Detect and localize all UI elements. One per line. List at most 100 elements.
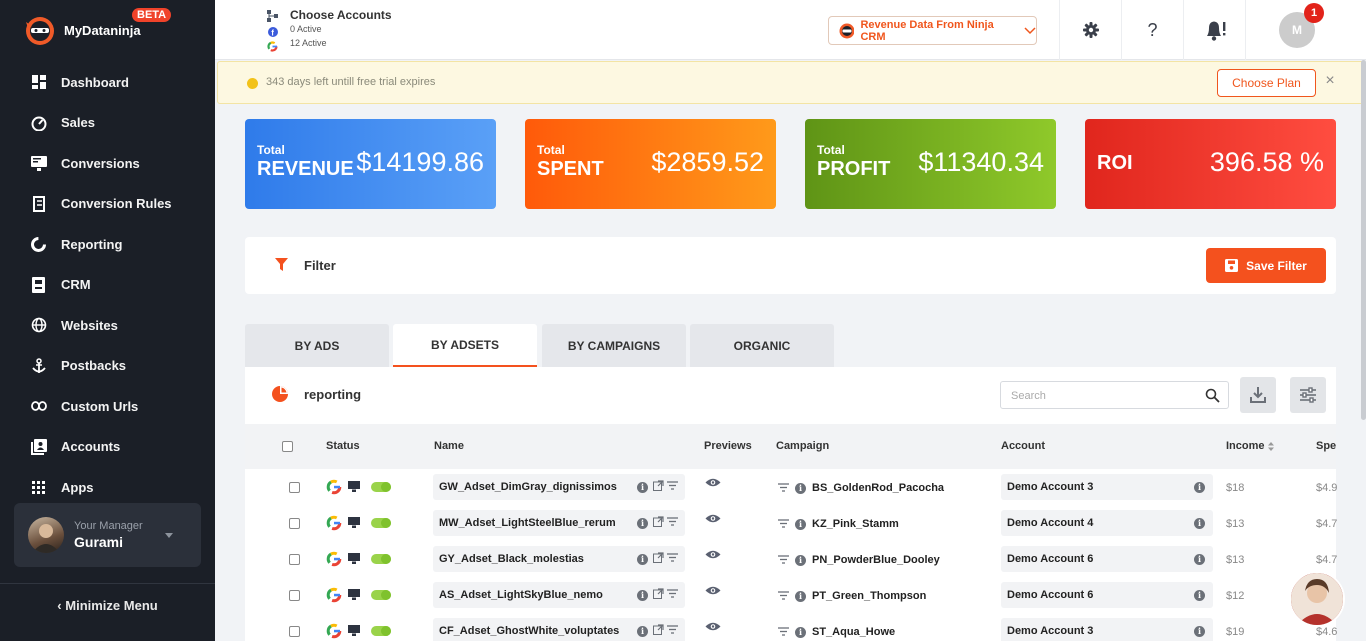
external-link-icon[interactable] (653, 588, 664, 599)
column-campaign[interactable]: Campaign (776, 440, 829, 452)
manager-card[interactable]: Your Manager Gurami (14, 503, 201, 567)
info-icon[interactable]: i (1194, 482, 1205, 493)
info-icon[interactable]: i (795, 519, 806, 530)
row-checkbox[interactable] (289, 626, 300, 637)
info-icon[interactable]: i (637, 518, 648, 529)
sidebar-item-reporting[interactable]: Reporting (0, 224, 215, 265)
campaign-name[interactable]: ST_Aqua_Howe (812, 626, 895, 638)
brand[interactable]: MyDataninja (22, 12, 141, 48)
table-row[interactable]: GW_Adset_DimGray_dignissimos i i BS_GoldenR… (245, 469, 1337, 505)
sidebar-item-apps[interactable]: Apps (0, 467, 215, 508)
filter-label[interactable]: Filter (304, 258, 336, 273)
info-icon[interactable]: i (1194, 590, 1205, 601)
adset-name[interactable]: GY_Adset_Black_molestias (439, 553, 584, 565)
filter-lines-icon[interactable] (667, 589, 678, 598)
choose-plan-button[interactable]: Choose Plan (1217, 69, 1316, 97)
info-icon[interactable]: i (795, 555, 806, 566)
filter-lines-icon[interactable] (778, 483, 789, 492)
campaign-name[interactable]: KZ_Pink_Stamm (812, 518, 899, 530)
column-account[interactable]: Account (1001, 440, 1045, 452)
info-icon[interactable]: i (637, 626, 648, 637)
info-icon[interactable]: i (1194, 518, 1205, 529)
sidebar-item-conversion-rules[interactable]: Conversion Rules (0, 184, 215, 225)
row-checkbox[interactable] (289, 590, 300, 601)
sidebar-item-custom-urls[interactable]: Custom Urls (0, 386, 215, 427)
download-button[interactable] (1240, 377, 1276, 413)
table-row[interactable]: AS_Adset_LightSkyBlue_nemo i i PT_Green_Tho… (245, 577, 1337, 613)
save-filter-button[interactable]: Save Filter (1206, 248, 1326, 283)
eye-icon[interactable] (705, 549, 721, 560)
filter-lines-icon[interactable] (667, 625, 678, 634)
eye-icon[interactable] (705, 621, 721, 632)
tab-by-adsets[interactable]: BY ADSETS (393, 324, 537, 367)
select-all-checkbox[interactable] (282, 441, 293, 452)
tab-by-ads[interactable]: BY ADS (245, 324, 389, 367)
eye-icon[interactable] (705, 477, 721, 488)
column-previews[interactable]: Previews (704, 440, 752, 452)
support-chat-avatar[interactable] (1289, 571, 1345, 627)
info-icon[interactable]: i (1194, 554, 1205, 565)
external-link-icon[interactable] (653, 516, 664, 527)
row-checkbox[interactable] (289, 554, 300, 565)
sidebar-item-sales[interactable]: Sales (0, 103, 215, 144)
row-checkbox[interactable] (289, 482, 300, 493)
filter-lines-icon[interactable] (778, 555, 789, 564)
info-icon[interactable]: i (795, 627, 806, 638)
campaign-name[interactable]: PN_PowderBlue_Dooley (812, 554, 940, 566)
tab-organic[interactable]: ORGANIC (690, 324, 834, 367)
tab-by-campaigns[interactable]: BY CAMPAIGNS (542, 324, 686, 367)
eye-icon[interactable] (705, 585, 721, 596)
sort-icon[interactable] (1268, 442, 1274, 451)
column-spent[interactable]: Spe (1316, 440, 1336, 452)
columns-settings-button[interactable] (1290, 377, 1326, 413)
sidebar-item-websites[interactable]: Websites (0, 305, 215, 346)
campaign-name[interactable]: PT_Green_Thompson (812, 590, 926, 602)
info-icon[interactable]: i (795, 483, 806, 494)
adset-name[interactable]: AS_Adset_LightSkyBlue_nemo (439, 589, 603, 601)
adset-name[interactable]: MW_Adset_LightSteelBlue_rerum (439, 517, 616, 529)
sidebar-item-conversions[interactable]: Conversions (0, 143, 215, 184)
filter-icon[interactable] (275, 258, 288, 271)
info-icon[interactable]: i (637, 482, 648, 493)
eye-icon[interactable] (705, 513, 721, 524)
column-status[interactable]: Status (326, 440, 360, 452)
status-toggle[interactable] (371, 590, 391, 600)
info-icon[interactable]: i (637, 554, 648, 565)
column-name[interactable]: Name (434, 440, 464, 452)
filter-lines-icon[interactable] (778, 591, 789, 600)
status-toggle[interactable] (371, 518, 391, 528)
external-link-icon[interactable] (653, 552, 664, 563)
status-toggle[interactable] (371, 626, 391, 636)
info-icon[interactable]: i (795, 591, 806, 602)
filter-lines-icon[interactable] (667, 481, 678, 490)
page-scrollbar[interactable] (1361, 60, 1366, 420)
status-toggle[interactable] (371, 554, 391, 564)
settings-button[interactable] (1059, 0, 1121, 60)
table-row[interactable]: GY_Adset_Black_molestias i i PN_PowderBlue_… (245, 541, 1337, 577)
filter-lines-icon[interactable] (778, 627, 789, 636)
close-icon[interactable]: × (1322, 72, 1338, 92)
filter-lines-icon[interactable] (667, 553, 678, 562)
column-income[interactable]: Income (1226, 440, 1265, 452)
adset-name[interactable]: GW_Adset_DimGray_dignissimos (439, 481, 617, 493)
external-link-icon[interactable] (653, 480, 664, 491)
search-icon[interactable] (1205, 388, 1220, 403)
adset-name[interactable]: CF_Adset_GhostWhite_voluptates (439, 625, 619, 637)
external-link-icon[interactable] (653, 624, 664, 635)
table-row[interactable]: MW_Adset_LightSteelBlue_rerum i i KZ_Pink_S… (245, 505, 1337, 541)
search-input[interactable]: Search (1000, 381, 1229, 409)
campaign-name[interactable]: BS_GoldenRod_Pacocha (812, 482, 944, 494)
filter-lines-icon[interactable] (667, 517, 678, 526)
sidebar-item-accounts[interactable]: Accounts (0, 427, 215, 468)
sidebar-item-postbacks[interactable]: Postbacks (0, 346, 215, 387)
sidebar-item-dashboard[interactable]: Dashboard (0, 62, 215, 103)
row-checkbox[interactable] (289, 518, 300, 529)
filter-lines-icon[interactable] (778, 519, 789, 528)
table-row[interactable]: CF_Adset_GhostWhite_voluptates i i ST_Aqua_… (245, 613, 1337, 641)
info-icon[interactable]: i (637, 590, 648, 601)
sidebar-item-crm[interactable]: CRM (0, 265, 215, 306)
status-toggle[interactable] (371, 482, 391, 492)
minimize-menu-button[interactable]: ‹ Minimize Menu (0, 598, 215, 613)
info-icon[interactable]: i (1194, 626, 1205, 637)
crm-revenue-source-dropdown[interactable]: Revenue Data From Ninja CRM (828, 16, 1037, 45)
